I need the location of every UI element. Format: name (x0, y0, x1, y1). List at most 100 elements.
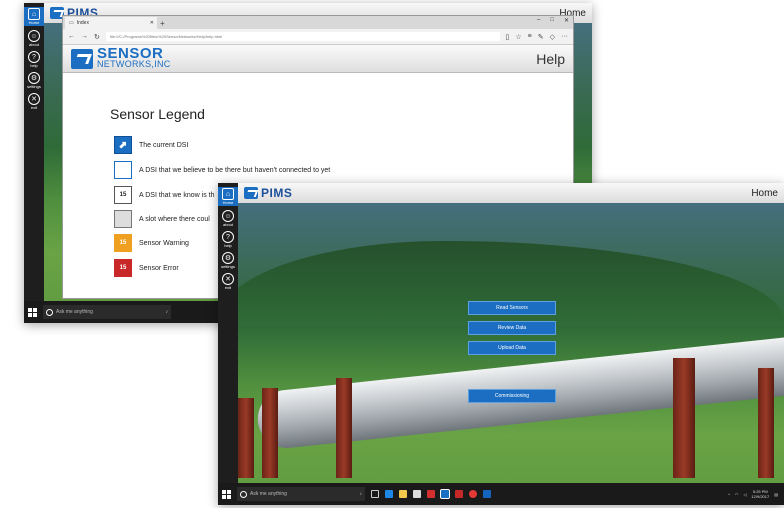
pims-logo: PIMS (244, 186, 292, 200)
sidebar-item-help[interactable]: ? help (28, 51, 40, 68)
pims-taskbar-icon[interactable] (440, 489, 450, 499)
clock-date: 12/9/2017 (751, 494, 770, 499)
home-link[interactable]: Home (751, 188, 778, 199)
search-placeholder: Ask me anything (250, 491, 287, 497)
back-sidebar: ⌂ Home ☺ about ? help ⚙ settings ✕ exit (24, 3, 44, 301)
legend-row-slot: A slot where there coul (114, 210, 210, 228)
system-tray: ^ ◠ ◁ 5:25 PM 12/9/2017 ▤ (728, 489, 784, 499)
cortana-icon (46, 308, 53, 316)
more-icon[interactable]: ··· (561, 33, 568, 40)
front-app-window: PIMS Home ⌂ Home ☺ about ? help ⚙ settings ✕… (218, 183, 784, 505)
refresh-icon[interactable]: ↻ (94, 33, 100, 41)
microphone-icon[interactable]: ♪ (166, 309, 169, 315)
sensor-error-icon: 15 (114, 259, 132, 277)
page-icon: ▭ (69, 20, 74, 26)
legend-row-unconnected: A DSI that we believe to be there but ha… (114, 161, 330, 179)
legend-label: Sensor Error (139, 264, 179, 272)
close-tab-icon[interactable]: ✕ (150, 20, 154, 26)
task-view-icon[interactable] (371, 490, 379, 498)
microphone-icon[interactable]: ♪ (360, 491, 363, 497)
legend-row-current: ⬈ The current DSI (114, 136, 188, 154)
support-post (673, 358, 695, 478)
sidebar-label: Home (28, 20, 40, 25)
forward-arrow-icon[interactable]: → (81, 33, 88, 40)
empty-slot-icon (114, 210, 132, 228)
sidebar-label: help (224, 243, 232, 248)
read-sensors-button[interactable]: Read Sensors (468, 301, 556, 315)
help-icon: ? (222, 231, 234, 243)
legend-label: A slot where there coul (139, 215, 210, 223)
web-note-icon[interactable]: ✎ (538, 33, 544, 41)
store-icon[interactable] (413, 490, 421, 498)
speaker-icon[interactable]: ◁ (743, 492, 746, 497)
maximize-button[interactable]: □ (550, 17, 554, 24)
navigation-bar: ← → ↻ file:///C:/Programs%20files/%20Sen… (63, 29, 573, 45)
sidebar-label: settings (221, 264, 235, 269)
taskbar-search[interactable]: Ask me anything ♪ (43, 305, 171, 319)
sidebar-item-exit[interactable]: ✕ exit (28, 93, 40, 110)
sidebar-item-about[interactable]: ☺ about (222, 210, 234, 227)
legend-label: Sensor Warning (139, 239, 189, 247)
support-post (758, 368, 774, 478)
address-text: file:///C:/Programs%20files/%20SensorNet… (109, 34, 223, 39)
sidebar-label: settings (27, 84, 41, 89)
window-controls: – □ ✕ (537, 17, 569, 24)
sidebar-item-exit[interactable]: ✕ exit (222, 273, 234, 290)
sidebar-item-help[interactable]: ? help (222, 231, 234, 248)
edge-icon[interactable] (385, 490, 393, 498)
browser-tab[interactable]: ▭ Index ✕ (65, 17, 157, 29)
pims-logo-icon (244, 187, 258, 199)
wifi-icon[interactable]: ◠ (735, 492, 739, 497)
back-arrow-icon[interactable]: ← (68, 33, 75, 40)
sidebar-item-settings[interactable]: ⚙ settings (221, 252, 235, 269)
sensor-networks-logo: SENSOR NETWORKS,INC (71, 46, 171, 70)
address-bar[interactable]: file:///C:/Programs%20files/%20SensorNet… (105, 32, 500, 41)
help-icon: ? (28, 51, 40, 63)
chevron-up-icon[interactable]: ^ (728, 492, 730, 497)
file-explorer-icon[interactable] (399, 490, 407, 498)
legend-row-known: 15 A DSI that we know is th (114, 186, 214, 204)
acrobat-icon[interactable] (455, 490, 463, 498)
sidebar-label: about (28, 42, 39, 47)
sidebar-item-home[interactable]: ⌂ Home (24, 7, 44, 26)
close-button[interactable]: ✕ (564, 17, 569, 24)
minimize-button[interactable]: – (537, 17, 540, 24)
front-taskbar: Ask me anything ♪ ^ ◠ ◁ 5:25 PM 12/9/201… (218, 483, 784, 505)
about-icon: ☺ (28, 30, 40, 42)
front-sidebar: ⌂ Home ☺ about ? help ⚙ settings ✕ exit (218, 183, 238, 483)
clock[interactable]: 5:25 PM 12/9/2017 (751, 489, 769, 499)
sidebar-item-home[interactable]: ⌂ Home (218, 187, 238, 206)
tab-title: Index (76, 20, 89, 26)
tab-strip: ▭ Index ✕ + – □ ✕ (63, 16, 573, 29)
sensor-networks-logo-icon (71, 48, 93, 69)
taskbar-search[interactable]: Ask me anything ♪ (237, 487, 365, 501)
support-post (336, 378, 352, 478)
commissioning-button[interactable]: Commissioning (468, 389, 556, 403)
page-title: Help (536, 50, 565, 67)
sidebar-item-about[interactable]: ☺ about (28, 30, 40, 47)
front-app-header: PIMS Home (238, 183, 784, 203)
reading-view-icon[interactable]: ▯ (506, 33, 510, 41)
favorite-star-icon[interactable]: ☆ (515, 33, 521, 41)
legend-label: A DSI that we know is th (139, 191, 215, 199)
windows-start-icon[interactable] (28, 307, 37, 317)
exit-icon: ✕ (28, 93, 40, 105)
notification-icon[interactable]: ▤ (774, 492, 778, 497)
settings-icon: ⚙ (221, 252, 234, 264)
hub-icon[interactable]: ≡ (528, 33, 532, 40)
help-page-header: SENSOR NETWORKS,INC Help (63, 45, 573, 73)
search-placeholder: Ask me anything (56, 309, 93, 315)
sidebar-item-settings[interactable]: ⚙ settings (27, 72, 41, 89)
sidebar-label: exit (30, 105, 38, 110)
upload-data-button[interactable]: Upload Data (468, 341, 556, 355)
share-icon[interactable]: ◇ (550, 33, 555, 41)
sidebar-label: about (222, 222, 233, 227)
windows-start-icon[interactable] (222, 489, 231, 499)
outlook-icon[interactable] (483, 490, 491, 498)
legend-label: The current DSI (139, 141, 189, 149)
mail-icon[interactable] (427, 490, 435, 498)
security-icon[interactable] (469, 490, 477, 498)
review-data-button[interactable]: Review Data (468, 321, 556, 335)
new-tab-button[interactable]: + (160, 19, 165, 28)
sensor-warning-icon: 15 (114, 234, 132, 252)
